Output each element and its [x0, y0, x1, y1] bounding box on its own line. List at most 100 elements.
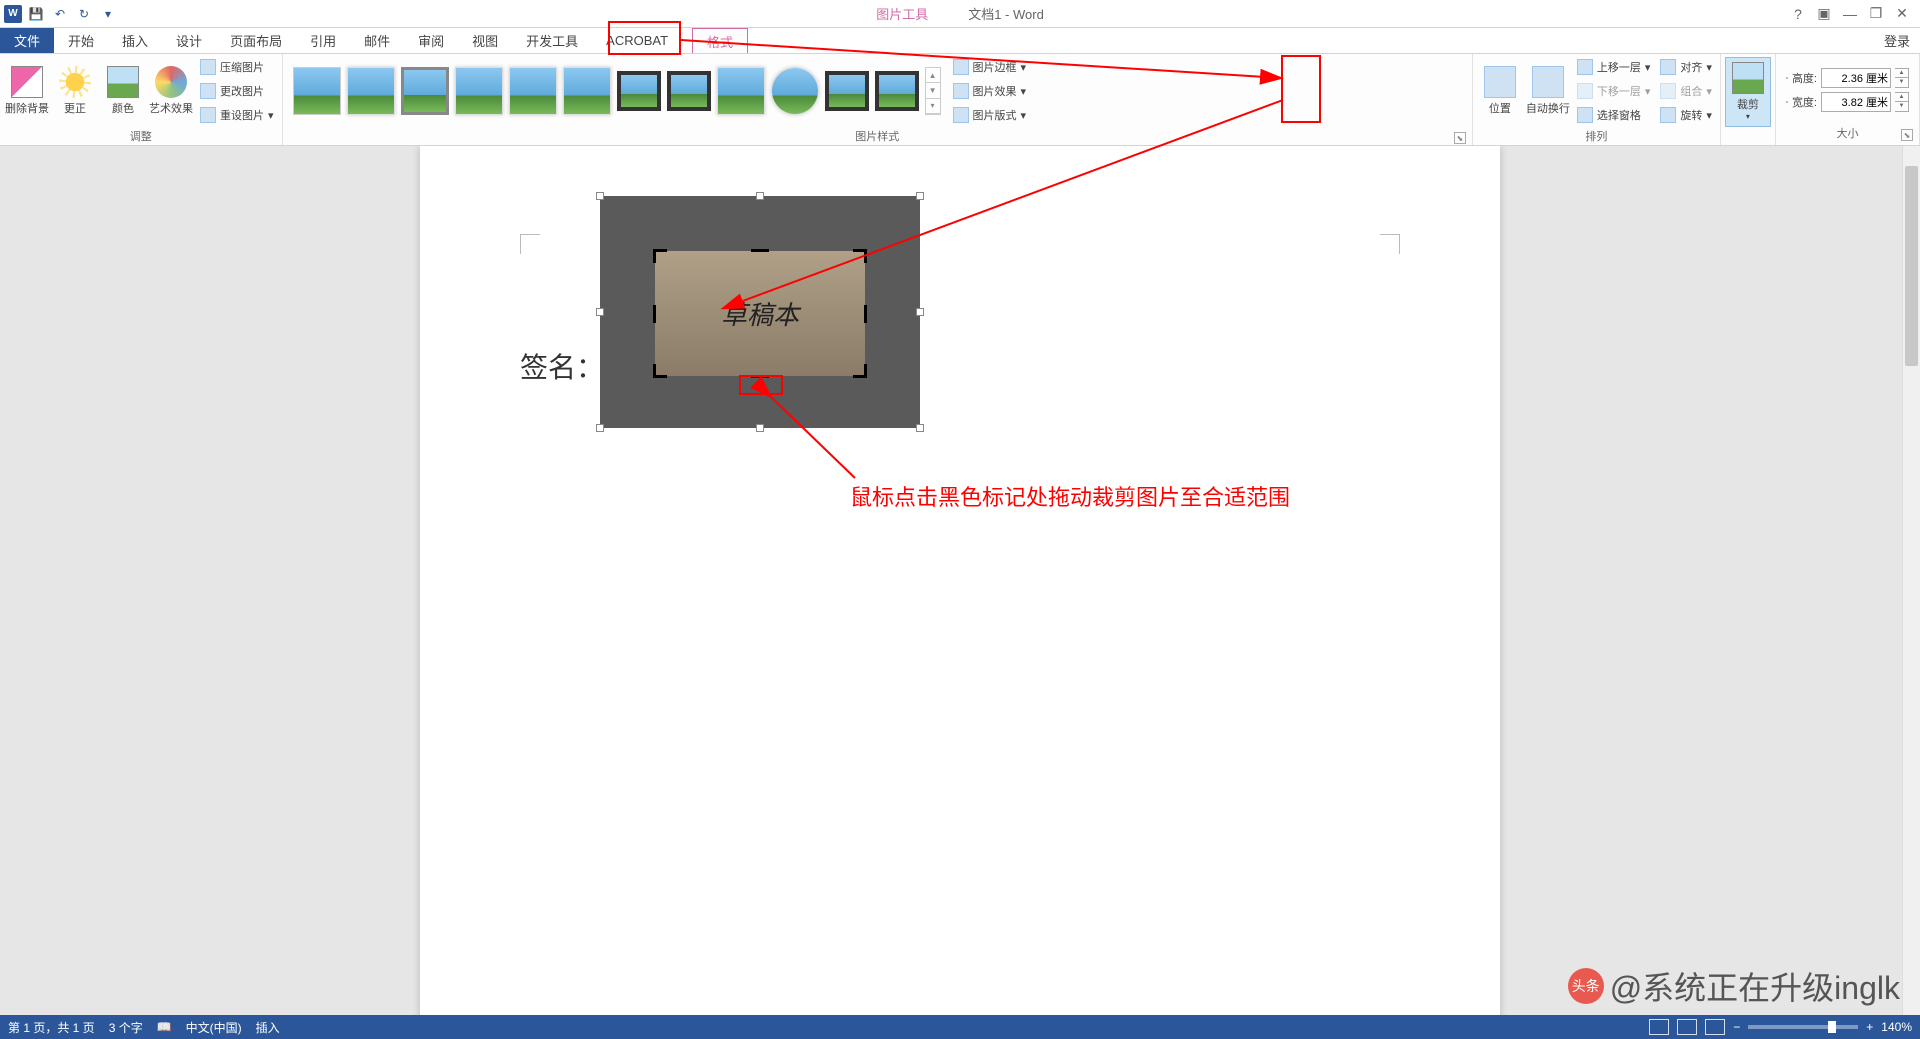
zoom-slider-thumb[interactable] [1828, 1021, 1836, 1033]
view-print-icon[interactable] [1677, 1019, 1697, 1035]
selection-pane-button[interactable]: 选择窗格 [1573, 104, 1655, 126]
position-button[interactable]: 位置 [1477, 56, 1523, 126]
spell-check-icon[interactable]: 📖 [157, 1020, 172, 1034]
zoom-in-icon[interactable]: + [1866, 1020, 1873, 1034]
send-backward-button[interactable]: 下移一层 ▾ [1573, 80, 1655, 102]
restore-icon[interactable]: ❐ [1864, 2, 1888, 26]
scroll-thumb[interactable] [1905, 166, 1918, 366]
resize-handle[interactable] [596, 424, 604, 432]
style-thumb-10[interactable] [771, 67, 819, 115]
style-thumb-3[interactable] [401, 67, 449, 115]
style-thumb-4[interactable] [455, 67, 503, 115]
language-indicator[interactable]: 中文(中国) [186, 1019, 242, 1036]
gallery-scroll[interactable]: ▲▼▾ [925, 67, 941, 115]
crop-visible-area[interactable]: 草稿本 [655, 251, 865, 376]
zoom-out-icon[interactable]: − [1733, 1020, 1740, 1034]
change-picture-button[interactable]: 更改图片 [196, 80, 278, 102]
margin-corner-tl [520, 234, 540, 254]
style-thumb-5[interactable] [509, 67, 557, 115]
style-thumb-7[interactable] [617, 71, 661, 111]
tab-layout[interactable]: 页面布局 [216, 28, 296, 53]
group-arrange: 位置 自动换行 上移一层 ▾ 下移一层 ▾ 选择窗格 对齐 ▾ 组合 ▾ 旋转 … [1473, 54, 1721, 145]
picture-border-button[interactable]: 图片边框 ▾ [949, 56, 1031, 78]
reset-picture-button[interactable]: 重设图片 ▾ [196, 104, 278, 126]
crop-handle[interactable] [864, 305, 867, 323]
tab-view[interactable]: 视图 [458, 28, 512, 53]
redo-icon[interactable]: ↻ [74, 4, 94, 24]
page-indicator[interactable]: 第 1 页，共 1 页 [8, 1019, 95, 1036]
help-icon[interactable]: ? [1786, 2, 1810, 26]
crop-handle[interactable] [653, 305, 656, 323]
tab-design[interactable]: 设计 [162, 28, 216, 53]
undo-icon[interactable]: ↶ [50, 4, 70, 24]
view-read-icon[interactable] [1649, 1019, 1669, 1035]
ribbon-tabs: 文件 开始 插入 设计 页面布局 引用 邮件 审阅 视图 开发工具 ACROBA… [0, 28, 1920, 54]
resize-handle[interactable] [756, 424, 764, 432]
height-input[interactable] [1821, 68, 1891, 88]
minimize-icon[interactable]: — [1838, 2, 1862, 26]
height-icon [1786, 77, 1788, 79]
rotate-button[interactable]: 旋转 ▾ [1656, 104, 1716, 126]
tab-insert[interactable]: 插入 [108, 28, 162, 53]
tab-developer[interactable]: 开发工具 [512, 28, 592, 53]
qat-customize-icon[interactable]: ▾ [98, 4, 118, 24]
picture-style-gallery[interactable]: ▲▼▾ [287, 67, 947, 115]
group-button[interactable]: 组合 ▾ [1656, 80, 1716, 102]
selpane-icon [1577, 107, 1593, 123]
color-button[interactable]: 颜色 [100, 56, 146, 126]
resize-handle[interactable] [596, 308, 604, 316]
ribbon-options-icon[interactable]: ▣ [1812, 2, 1836, 26]
selected-picture[interactable]: 草稿本 [600, 196, 920, 428]
styles-dialog-launcher[interactable]: ⬊ [1454, 132, 1466, 144]
crop-handle[interactable] [751, 375, 769, 378]
resize-handle[interactable] [756, 192, 764, 200]
style-thumb-9[interactable] [717, 67, 765, 115]
picture-layout-button[interactable]: 图片版式 ▾ [949, 104, 1031, 126]
crop-handle[interactable] [653, 364, 656, 378]
corrections-button[interactable]: 更正 [52, 56, 98, 126]
wrap-text-button[interactable]: 自动换行 [1525, 56, 1571, 126]
zoom-level[interactable]: 140% [1881, 1020, 1912, 1034]
vertical-scrollbar[interactable] [1902, 146, 1920, 1015]
tab-home[interactable]: 开始 [54, 28, 108, 53]
artistic-effects-button[interactable]: 艺术效果 [148, 56, 194, 126]
align-button[interactable]: 对齐 ▾ [1656, 56, 1716, 78]
style-thumb-2[interactable] [347, 67, 395, 115]
style-thumb-12[interactable] [875, 71, 919, 111]
crop-handle[interactable] [864, 249, 867, 263]
picture-effects-button[interactable]: 图片效果 ▾ [949, 80, 1031, 102]
tab-acrobat[interactable]: ACROBAT [592, 28, 682, 53]
bring-forward-button[interactable]: 上移一层 ▾ [1573, 56, 1655, 78]
style-thumb-11[interactable] [825, 71, 869, 111]
zoom-slider[interactable] [1748, 1025, 1858, 1029]
page[interactable]: 签名： 草稿本 [420, 146, 1500, 1015]
size-dialog-launcher[interactable]: ⬊ [1901, 129, 1913, 141]
compress-pictures-button[interactable]: 压缩图片 [196, 56, 278, 78]
width-input[interactable] [1821, 92, 1891, 112]
view-web-icon[interactable] [1705, 1019, 1725, 1035]
resize-handle[interactable] [916, 424, 924, 432]
save-icon[interactable]: 💾 [26, 4, 46, 24]
insert-mode[interactable]: 插入 [256, 1019, 280, 1036]
remove-background-button[interactable]: 删除背景 [4, 56, 50, 126]
resize-handle[interactable] [916, 192, 924, 200]
resize-handle[interactable] [916, 308, 924, 316]
tab-review[interactable]: 审阅 [404, 28, 458, 53]
style-thumb-6[interactable] [563, 67, 611, 115]
crop-button[interactable]: 裁剪▾ [1725, 57, 1771, 127]
tab-mailings[interactable]: 邮件 [350, 28, 404, 53]
width-spinner[interactable]: ▲▼ [1895, 92, 1909, 112]
tab-file[interactable]: 文件 [0, 28, 54, 53]
height-spinner[interactable]: ▲▼ [1895, 68, 1909, 88]
crop-handle[interactable] [864, 364, 867, 378]
login-link[interactable]: 登录 [1884, 28, 1910, 53]
crop-handle[interactable] [751, 249, 769, 252]
word-count[interactable]: 3 个字 [109, 1019, 143, 1036]
style-thumb-8[interactable] [667, 71, 711, 111]
tab-format[interactable]: 格式 [692, 28, 748, 53]
style-thumb-1[interactable] [293, 67, 341, 115]
tab-references[interactable]: 引用 [296, 28, 350, 53]
crop-handle[interactable] [653, 249, 656, 263]
resize-handle[interactable] [596, 192, 604, 200]
close-icon[interactable]: ✕ [1890, 2, 1914, 26]
